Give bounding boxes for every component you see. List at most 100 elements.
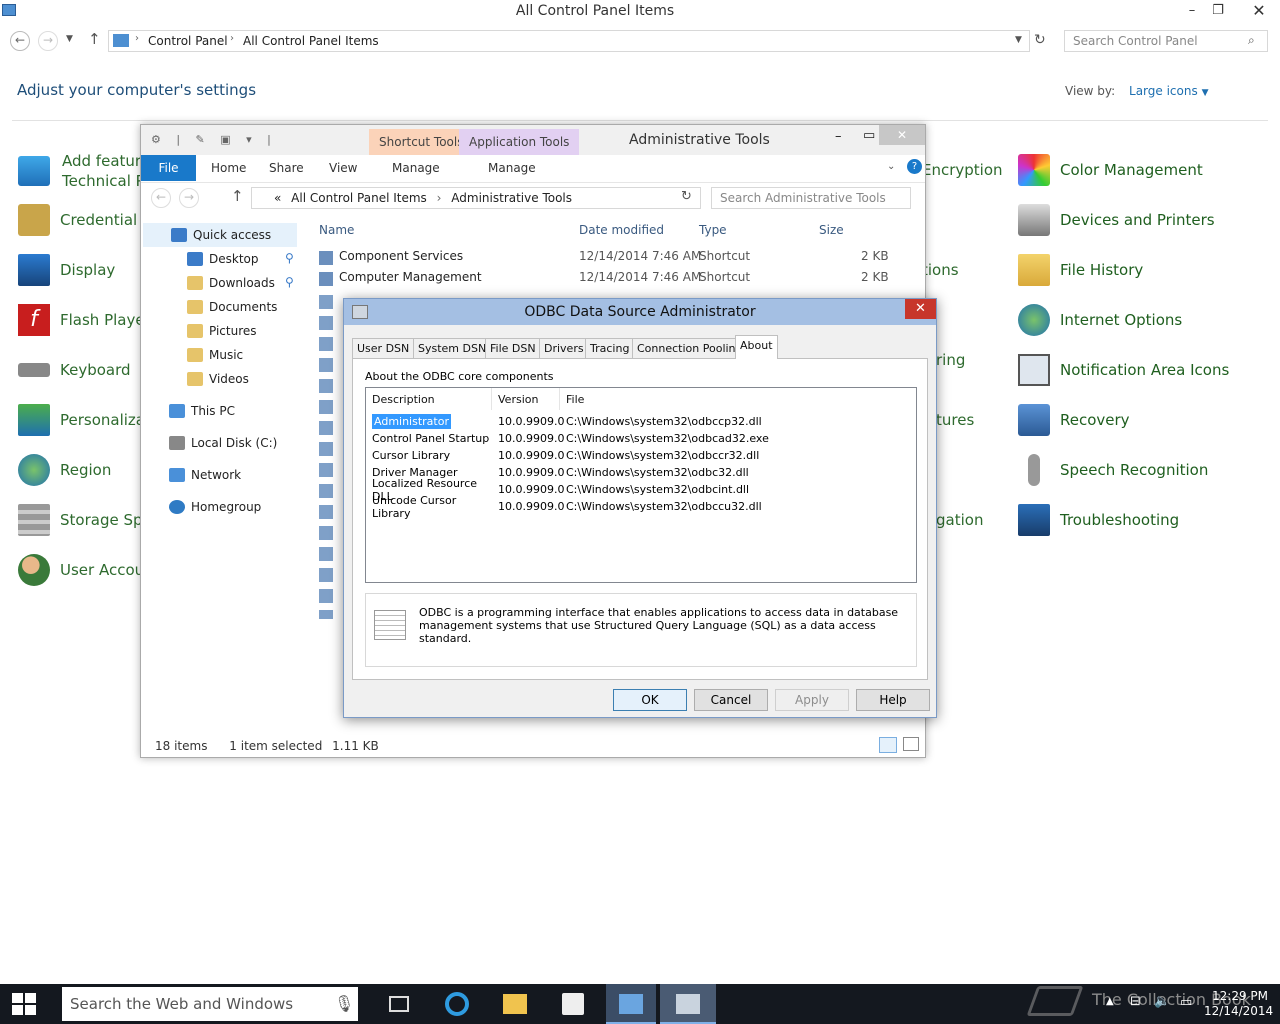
tab-connection-pooling[interactable]: Connection Pooling [632,338,748,358]
tab-drivers[interactable]: Drivers [539,338,589,358]
cp-item-file-history[interactable]: File History [1018,250,1143,290]
cancel-button[interactable]: Cancel [694,689,768,711]
cp-close-button[interactable]: ✕ [1238,0,1280,24]
tab-home[interactable]: Home [211,161,246,175]
col-type[interactable]: Type [699,223,727,237]
explorer-maximize-button[interactable]: ▭ [863,128,875,143]
cp-item-internet-options[interactable]: Internet Options [1018,300,1182,340]
nav-this-pc[interactable]: This PC [169,399,235,423]
clock[interactable]: 12:29 PM 12/14/2014 [1204,989,1273,1019]
tab-file-dsn[interactable]: File DSN [485,338,541,358]
action-center-icon[interactable]: ▭ [1180,995,1192,1010]
nav-quick-access[interactable]: Quick access [171,223,271,247]
ok-button[interactable]: OK [613,689,687,711]
volume-icon[interactable]: 🔈 [1154,994,1170,1009]
explorer-close-button[interactable]: ✕ [879,125,925,145]
taskbar-search-input[interactable]: Search the Web and Windows [62,987,358,1021]
col-size[interactable]: Size [819,223,844,237]
recent-dropdown-icon[interactable]: ▼ [66,34,73,44]
cp-item-storage[interactable]: Storage Spa [18,500,152,540]
col-date-modified[interactable]: Date modified [579,223,664,237]
cp-item-partial[interactable]: tions [922,261,959,279]
nav-videos[interactable]: Videos [187,367,249,391]
col-description[interactable]: Description [366,388,492,410]
apply-button[interactable]: Apply [775,689,849,711]
breadcrumb-control-panel[interactable]: Control Panel [148,34,228,48]
nav-network[interactable]: Network [169,463,241,487]
nav-downloads[interactable]: Downloads [187,271,275,295]
col-file[interactable]: File [560,388,916,410]
col-name[interactable]: Name [319,223,354,237]
tab-manage-shortcut[interactable]: Manage [392,161,440,175]
list-row[interactable]: Cursor Library 10.0.9909.0 C:\Windows\syst… [372,447,912,464]
tab-about[interactable]: About [735,335,778,359]
taskbar-ie[interactable] [434,984,480,1024]
breadcrumb-all-items[interactable]: All Control Panel Items [291,191,427,205]
cp-item-personalize[interactable]: Personaliza [18,400,145,440]
chevron-down-icon[interactable]: ▼ [1202,88,1209,98]
cp-item-troubleshooting[interactable]: Troubleshooting [1018,500,1179,540]
help-button[interactable]: Help [856,689,930,711]
breadcrumb-all-items[interactable]: All Control Panel Items [243,34,379,48]
explorer-refresh-icon[interactable]: ↻ [681,189,692,204]
list-row[interactable]: Administrator 10.0.9909.0 C:\Windows\syste… [372,413,912,430]
up-button[interactable]: ↑ [88,30,101,48]
explorer-forward-button[interactable]: → [179,188,199,208]
details-view-icon[interactable] [879,737,897,753]
microphone-icon[interactable]: 🎙 [334,994,354,1013]
components-list[interactable]: Description Version File Administrator 10… [365,387,917,583]
ribbon-expand-icon[interactable]: ⌄ [887,161,895,172]
nav-music[interactable]: Music [187,343,243,367]
cp-item-credential[interactable]: Credential M [18,200,155,240]
tab-view[interactable]: View [329,161,357,175]
taskbar-file-explorer[interactable] [492,984,538,1024]
odbc-close-button[interactable]: ✕ [905,299,936,319]
tab-share[interactable]: Share [269,161,304,175]
tab-file[interactable]: File [141,155,196,181]
nav-documents[interactable]: Documents [187,295,277,319]
cp-item-partial[interactable]: tures [936,411,974,429]
show-hidden-icons[interactable]: ▲ [1106,996,1114,1007]
back-button[interactable]: ← [10,31,30,51]
cp-item-bitlocker-partial[interactable]: Encryption [922,161,1003,179]
nav-local-disk[interactable]: Local Disk (C:) [169,431,277,455]
nav-homegroup[interactable]: Homegroup [169,495,261,519]
explorer-search-input[interactable]: Search Administrative Tools [711,187,911,209]
list-row[interactable]: Unicode Cursor Library 10.0.9909.0 C:\Wind… [372,494,912,520]
cp-item-notification-area[interactable]: Notification Area Icons [1018,350,1229,390]
cp-item-speech[interactable]: Speech Recognition [1018,450,1208,490]
help-icon[interactable]: ? [907,159,922,174]
forward-button[interactable]: → [38,31,58,51]
quick-access-toolbar[interactable]: ⚙ | ✎ ▣ ▾ | [151,133,277,146]
explorer-minimize-button[interactable]: – [835,129,842,144]
tab-system-dsn[interactable]: System DSN [413,338,492,358]
breadcrumb-overflow[interactable]: « [274,191,281,205]
view-by-dropdown[interactable]: Large icons [1129,84,1198,98]
cp-search-input[interactable]: Search Control Panel [1064,30,1268,52]
cp-item-user-accounts[interactable]: User Accou [18,550,144,590]
cp-maximize-button[interactable]: ❐ [1202,0,1234,24]
refresh-icon[interactable]: ↻ [1034,32,1046,48]
tab-tracing[interactable]: Tracing [585,338,635,358]
tab-manage-application[interactable]: Manage [488,161,536,175]
explorer-up-button[interactable]: ↑ [231,187,244,205]
tab-user-dsn[interactable]: User DSN [352,338,415,358]
cp-address-bar[interactable]: › Control Panel › All Control Panel Item… [108,30,1030,52]
list-row[interactable]: Control Panel Startup 10.0.9909.0 C:\Windo… [372,430,912,447]
large-icons-view-icon[interactable] [903,737,919,751]
network-tray-icon[interactable]: ⊟ [1130,994,1141,1009]
cp-item-region[interactable]: Region [18,450,111,490]
address-dropdown-icon[interactable]: ▼ [1015,35,1022,45]
cp-item-recovery[interactable]: Recovery [1018,400,1130,440]
cp-item-color-management[interactable]: Color Management [1018,150,1203,190]
cp-item-flash[interactable]: f Flash Playe [18,300,145,340]
cp-item-devices-printers[interactable]: Devices and Printers [1018,200,1215,240]
taskbar-control-panel[interactable] [606,984,656,1024]
nav-desktop[interactable]: Desktop [187,247,259,271]
explorer-address-bar[interactable]: « All Control Panel Items › Administrati… [251,187,701,209]
cp-item-display[interactable]: Display [18,250,115,290]
taskbar-odbc[interactable] [660,984,716,1024]
cp-item-partial[interactable]: ring [936,351,965,369]
breadcrumb-admin-tools[interactable]: Administrative Tools [451,191,572,205]
nav-pictures[interactable]: Pictures [187,319,257,343]
